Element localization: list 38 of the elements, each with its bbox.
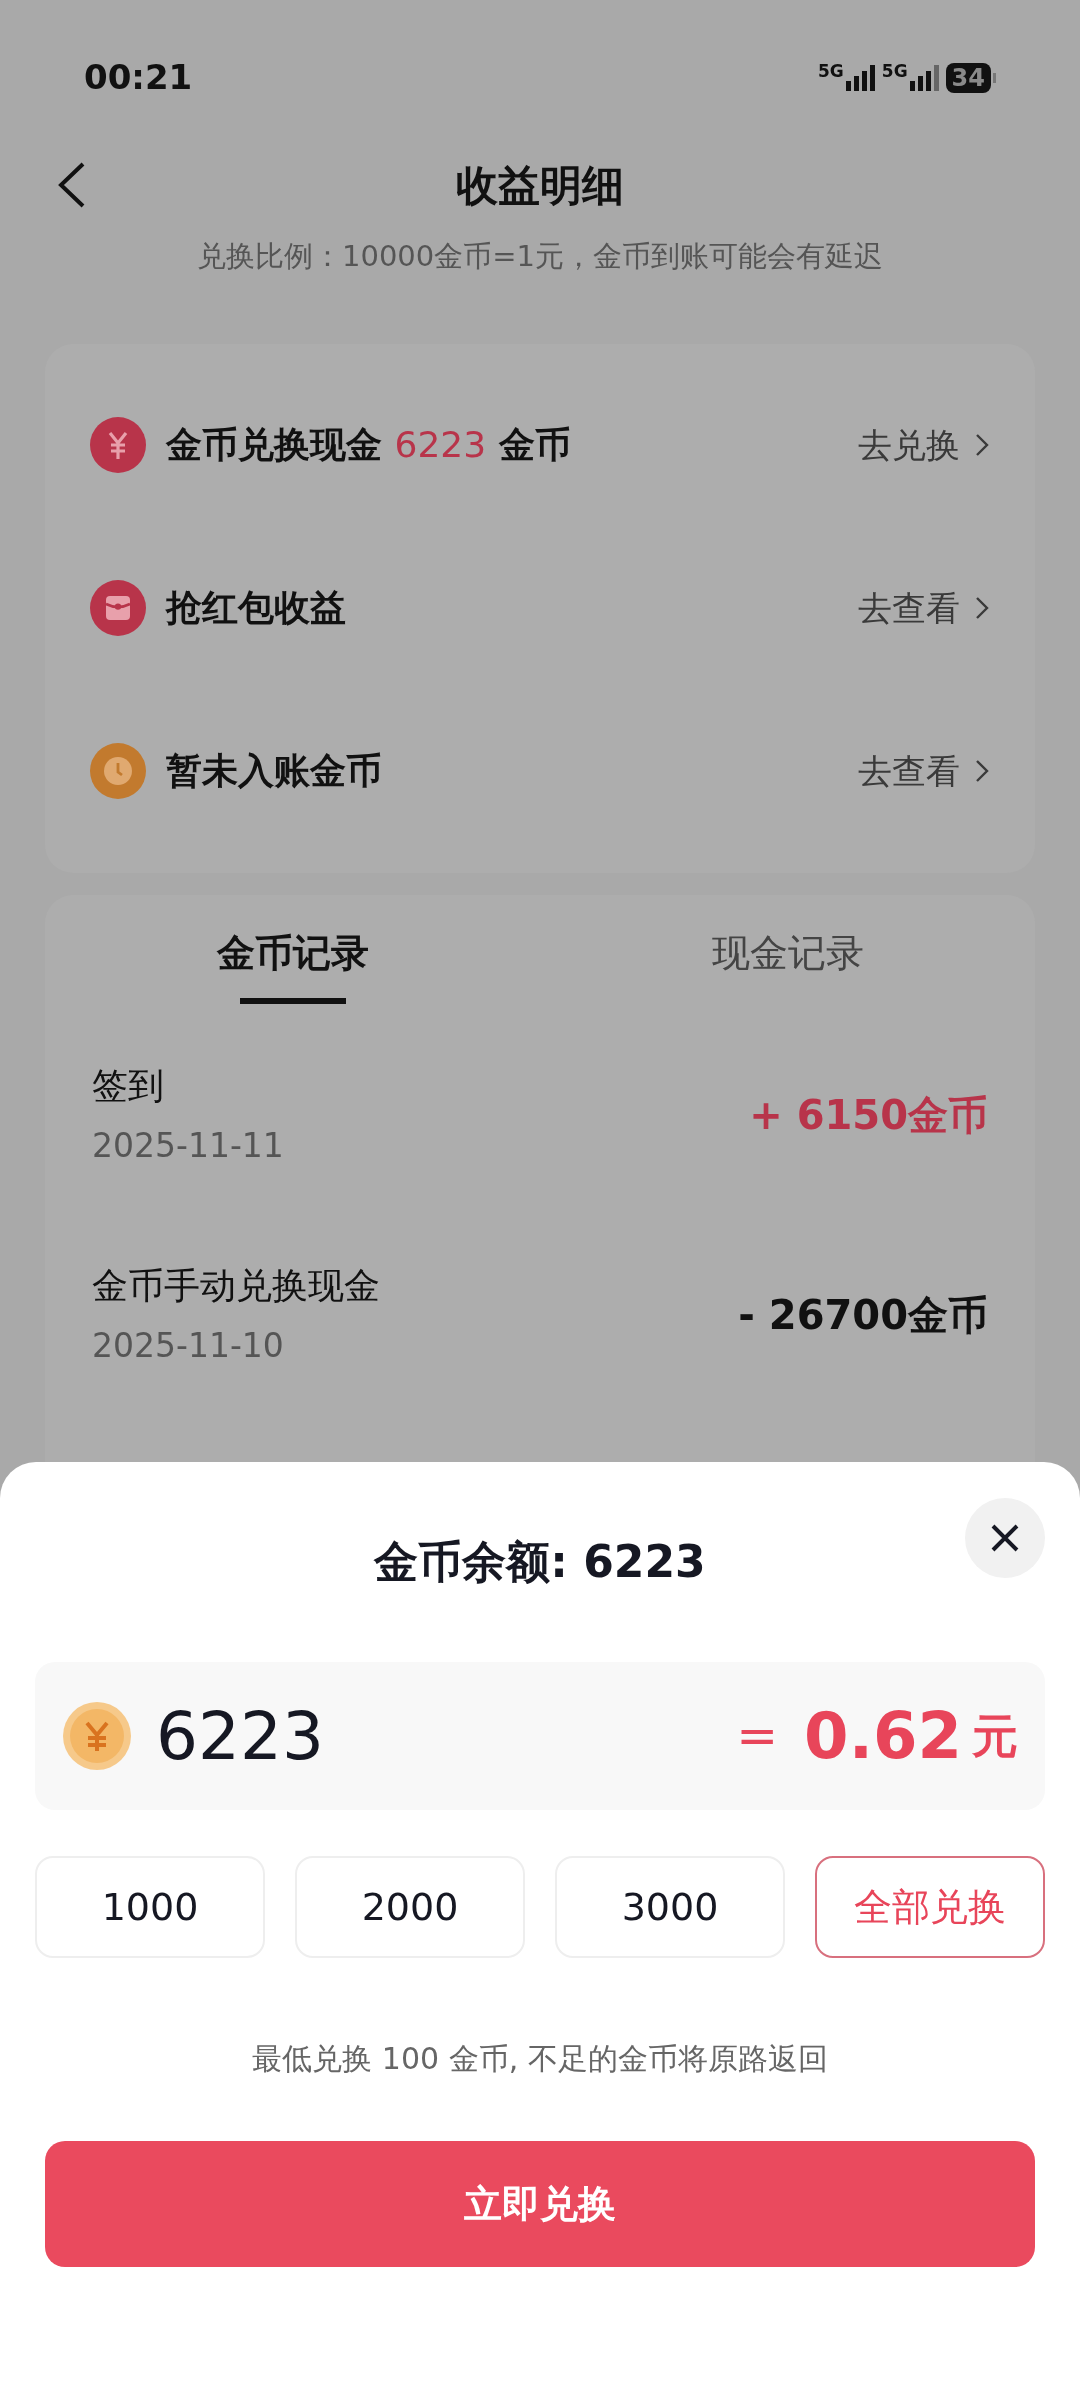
quick-amount-button[interactable]: 全部兑换 bbox=[815, 1856, 1045, 1958]
close-icon bbox=[990, 1523, 1020, 1553]
status-time: 00:21 bbox=[84, 56, 193, 99]
earnings-label: 暂未入账金币 bbox=[166, 749, 382, 793]
amount-field[interactable]: 6223 = 0.62 元 bbox=[35, 1662, 1045, 1810]
earnings-label: 抢红包收益 bbox=[166, 586, 346, 630]
action-link[interactable]: 去查看 bbox=[858, 745, 960, 797]
equals-sign: = bbox=[736, 1705, 779, 1767]
records-tab[interactable]: 金币记录 bbox=[45, 894, 540, 1015]
record-date: 2025-11-10 bbox=[92, 1324, 285, 1367]
record-date: 2025-11-11 bbox=[92, 1124, 284, 1167]
page-title: 收益明细 bbox=[456, 159, 624, 212]
action-link[interactable]: 去查看 bbox=[858, 582, 960, 634]
sheet-title: 金币余额: 6223 bbox=[374, 1535, 706, 1589]
network-type: 5G bbox=[818, 62, 844, 80]
record-amount: + 6150金币 bbox=[749, 1090, 988, 1140]
record-title: 签到 bbox=[92, 1063, 165, 1108]
earnings-item[interactable]: 抢红包收益 去查看 bbox=[45, 526, 1035, 690]
quick-amount-button[interactable]: 3000 bbox=[555, 1856, 785, 1958]
record-amount: - 26700金币 bbox=[738, 1290, 988, 1340]
records-tab[interactable]: 现金记录 bbox=[540, 894, 1035, 1015]
earnings-label: 金币兑换现金 6223 金币 bbox=[166, 423, 571, 467]
network-type: 5G bbox=[881, 62, 908, 80]
action-link[interactable]: 去兑换 bbox=[858, 419, 960, 471]
yen-coin-icon bbox=[62, 1701, 132, 1771]
earnings-item[interactable]: 暂未入账金币 去查看 bbox=[45, 689, 1035, 853]
exchange-rate-note: 兑换比例：10000金币=1元，金币到账可能会有延迟 bbox=[197, 238, 883, 275]
record-title: 金币手动兑换现金 bbox=[92, 1263, 380, 1308]
signal-icon bbox=[843, 62, 876, 93]
signal-icon bbox=[907, 62, 940, 93]
earnings-item[interactable]: 金币兑换现金 6223 金币 去兑换 bbox=[45, 363, 1035, 527]
exchange-button[interactable]: 立即兑换 bbox=[45, 2141, 1035, 2267]
minimum-note: 最低兑换 100 金币, 不足的金币将原路返回 bbox=[252, 2040, 828, 2078]
quick-amount-button[interactable]: 1000 bbox=[35, 1856, 265, 1958]
cash-unit: 元 bbox=[972, 1707, 1018, 1765]
quick-amount-button[interactable]: 2000 bbox=[295, 1856, 525, 1958]
coin-amount: 6223 bbox=[156, 1696, 324, 1777]
cash-amount: 0.62 bbox=[804, 1698, 962, 1775]
